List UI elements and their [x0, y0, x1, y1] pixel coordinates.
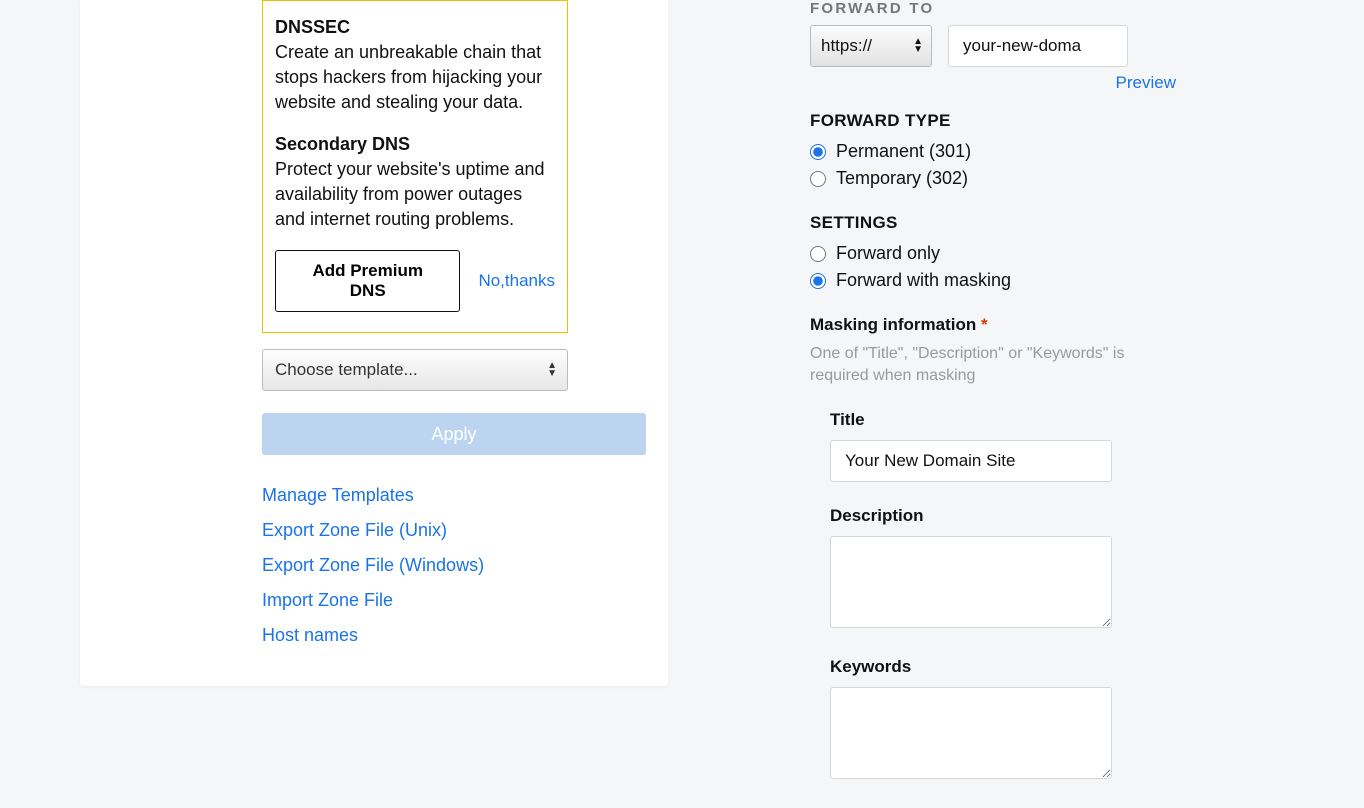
forwarding-panel: FORWARD TO https:// ▲▼ Preview FORWARD T… [810, 0, 1176, 808]
settings-label: SETTINGS [810, 213, 1176, 233]
permanent-301-option[interactable]: Permanent (301) [810, 141, 1176, 162]
temporary-302-label: Temporary (302) [836, 168, 968, 189]
temporary-302-option[interactable]: Temporary (302) [810, 168, 1176, 189]
forward-with-masking-option[interactable]: Forward with masking [810, 270, 1176, 291]
template-select[interactable]: Choose template... ▲▼ [262, 349, 568, 391]
dnssec-block: DNSSEC Create an unbreakable chain that … [275, 17, 555, 116]
host-names-link[interactable]: Host names [262, 625, 568, 646]
forward-only-label: Forward only [836, 243, 940, 264]
forward-with-masking-label: Forward with masking [836, 270, 1011, 291]
manage-templates-link[interactable]: Manage Templates [262, 485, 568, 506]
permanent-301-label: Permanent (301) [836, 141, 971, 162]
add-premium-dns-button[interactable]: Add Premium DNS [275, 250, 460, 312]
forward-only-option[interactable]: Forward only [810, 243, 1176, 264]
temporary-302-radio[interactable] [810, 171, 826, 187]
protocol-select[interactable]: https:// ▲▼ [810, 25, 932, 67]
protocol-value: https:// [821, 36, 872, 56]
masking-helper-text: One of "Title", "Description" or "Keywor… [810, 343, 1176, 388]
secondary-dns-block: Secondary DNS Protect your website's upt… [275, 134, 555, 233]
secondary-dns-title: Secondary DNS [275, 134, 555, 155]
chevron-updown-icon: ▲▼ [547, 362, 557, 378]
keywords-label: Keywords [830, 657, 1176, 677]
export-zone-unix-link[interactable]: Export Zone File (Unix) [262, 520, 568, 541]
required-asterisk: * [981, 315, 988, 334]
template-select-value: Choose template... [275, 360, 418, 380]
forward-only-radio[interactable] [810, 246, 826, 262]
title-label: Title [830, 410, 1176, 430]
forward-with-masking-radio[interactable] [810, 273, 826, 289]
premium-dns-promo: DNSSEC Create an unbreakable chain that … [262, 0, 568, 333]
import-zone-link[interactable]: Import Zone File [262, 590, 568, 611]
apply-button[interactable]: Apply [262, 413, 646, 455]
secondary-dns-description: Protect your website's uptime and availa… [275, 157, 555, 233]
forward-to-label: FORWARD TO [810, 0, 1176, 17]
masking-info-text: Masking information [810, 315, 976, 334]
masking-info-heading: Masking information * [810, 315, 1176, 335]
preview-link[interactable]: Preview [810, 73, 1176, 93]
description-textarea[interactable] [830, 536, 1112, 628]
no-thanks-link[interactable]: No,thanks [478, 271, 555, 291]
chevron-updown-icon: ▲▼ [913, 38, 923, 54]
dnssec-title: DNSSEC [275, 17, 555, 38]
dns-settings-card: DNSSEC Create an unbreakable chain that … [80, 0, 668, 686]
zone-link-list: Manage Templates Export Zone File (Unix)… [262, 485, 568, 646]
title-input[interactable] [830, 440, 1112, 482]
forward-domain-input[interactable] [948, 25, 1128, 67]
permanent-301-radio[interactable] [810, 144, 826, 160]
dnssec-description: Create an unbreakable chain that stops h… [275, 40, 555, 116]
export-zone-windows-link[interactable]: Export Zone File (Windows) [262, 555, 568, 576]
description-label: Description [830, 506, 1176, 526]
forward-type-label: FORWARD TYPE [810, 111, 1176, 131]
keywords-textarea[interactable] [830, 687, 1112, 779]
